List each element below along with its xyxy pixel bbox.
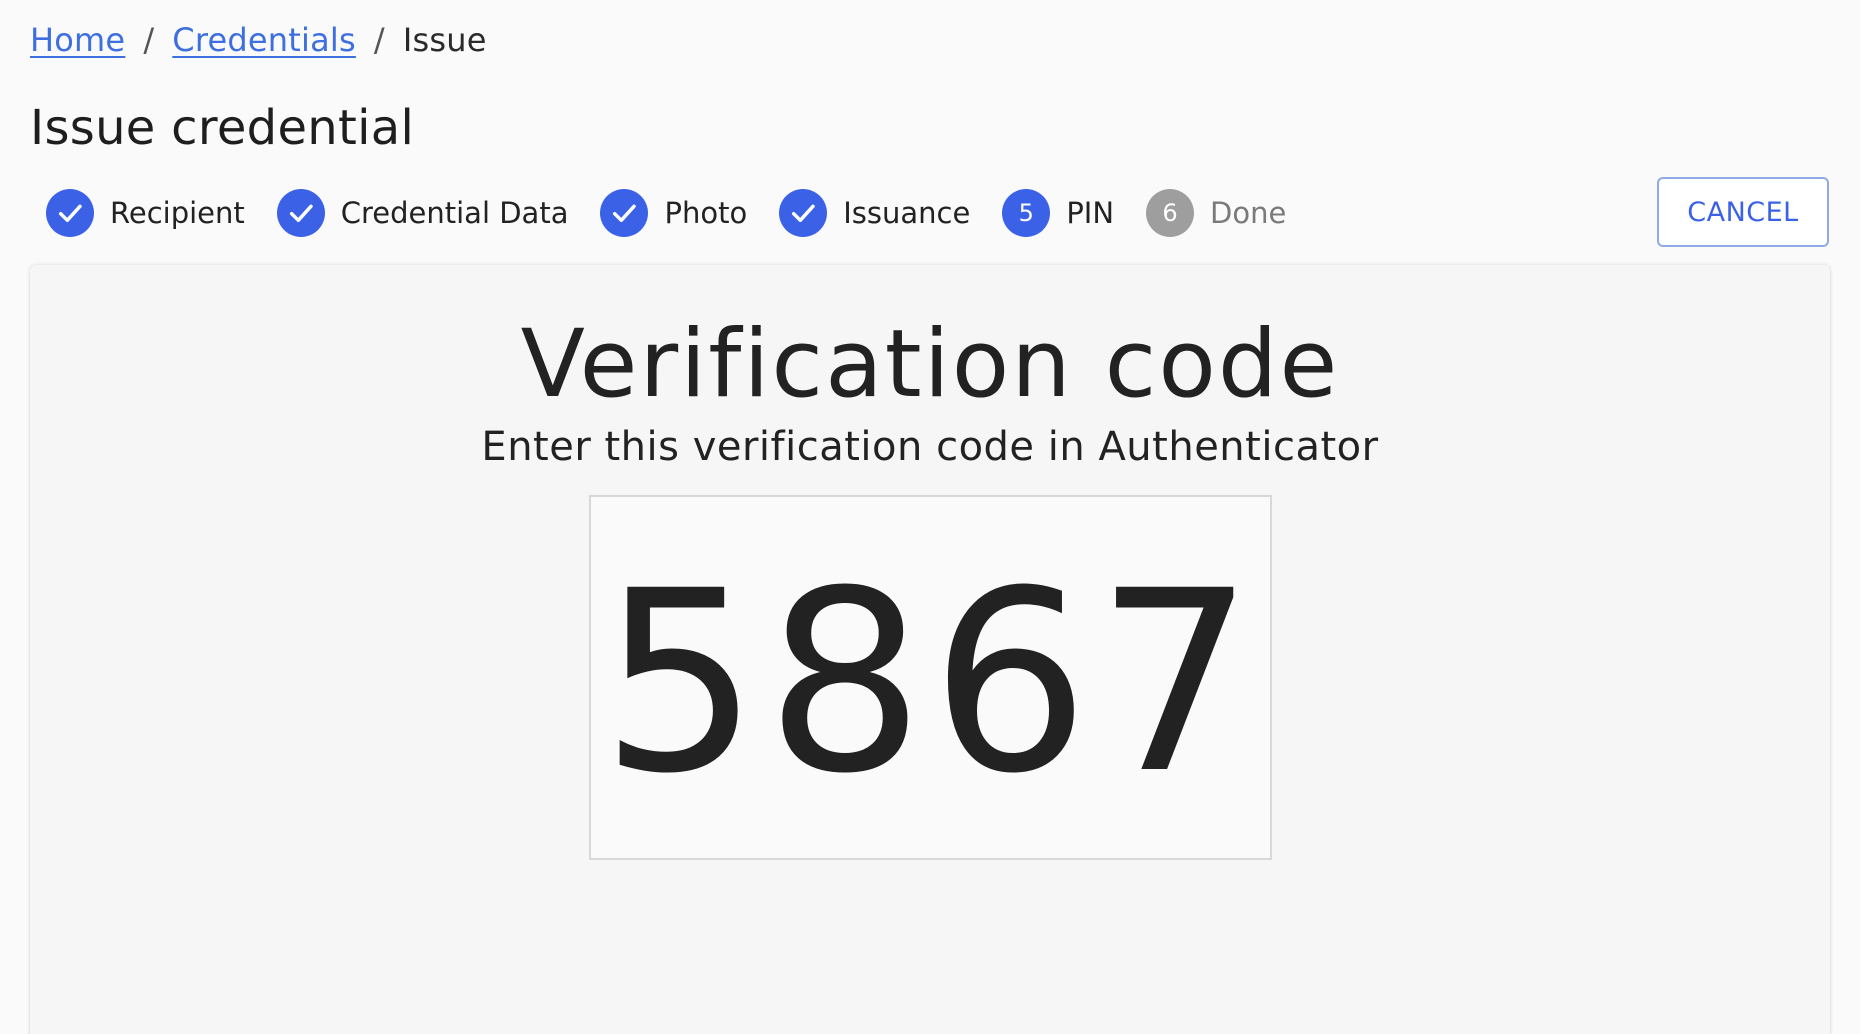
breadcrumb-credentials-link[interactable]: Credentials: [172, 21, 356, 59]
verification-title: Verification code: [520, 310, 1340, 419]
step-credential-data: Credential Data: [276, 189, 569, 237]
step-recipient: Recipient: [46, 189, 245, 237]
check-icon: [276, 189, 325, 237]
step-label: Recipient: [110, 196, 245, 230]
verification-subtitle: Enter this verification code in Authenti…: [481, 424, 1379, 470]
breadcrumb-separator: /: [143, 21, 155, 59]
check-icon: [46, 189, 94, 237]
check-icon: [600, 189, 649, 237]
breadcrumb: Home / Credentials / Issue: [30, 18, 487, 62]
verification-card: Verification code Enter this verificatio…: [30, 265, 1830, 1034]
breadcrumb-current: Issue: [402, 21, 487, 59]
step-label: Photo: [664, 196, 748, 230]
breadcrumb-separator: /: [373, 21, 385, 59]
breadcrumb-home-link[interactable]: Home: [30, 21, 125, 59]
verification-code: 5867: [600, 536, 1261, 828]
step-number: 6: [1146, 189, 1195, 237]
stepper: Recipient Credential Data Photo Issuance…: [46, 189, 1318, 237]
step-label: Issuance: [843, 196, 971, 230]
step-photo: Photo: [600, 189, 747, 237]
step-issuance: Issuance: [779, 189, 970, 237]
cancel-button[interactable]: CANCEL: [1657, 177, 1829, 247]
step-label: Credential Data: [340, 196, 569, 230]
step-label: Done: [1210, 196, 1287, 230]
check-icon: [779, 189, 828, 237]
page-title: Issue credential: [30, 100, 415, 156]
step-label: PIN: [1066, 196, 1115, 230]
step-number: 5: [1002, 189, 1051, 237]
step-done: 6 Done: [1146, 189, 1286, 237]
verification-code-box: 5867: [589, 495, 1272, 860]
step-pin: 5 PIN: [1002, 189, 1114, 237]
issue-credential-page: Home / Credentials / Issue Issue credent…: [0, 0, 1860, 1034]
